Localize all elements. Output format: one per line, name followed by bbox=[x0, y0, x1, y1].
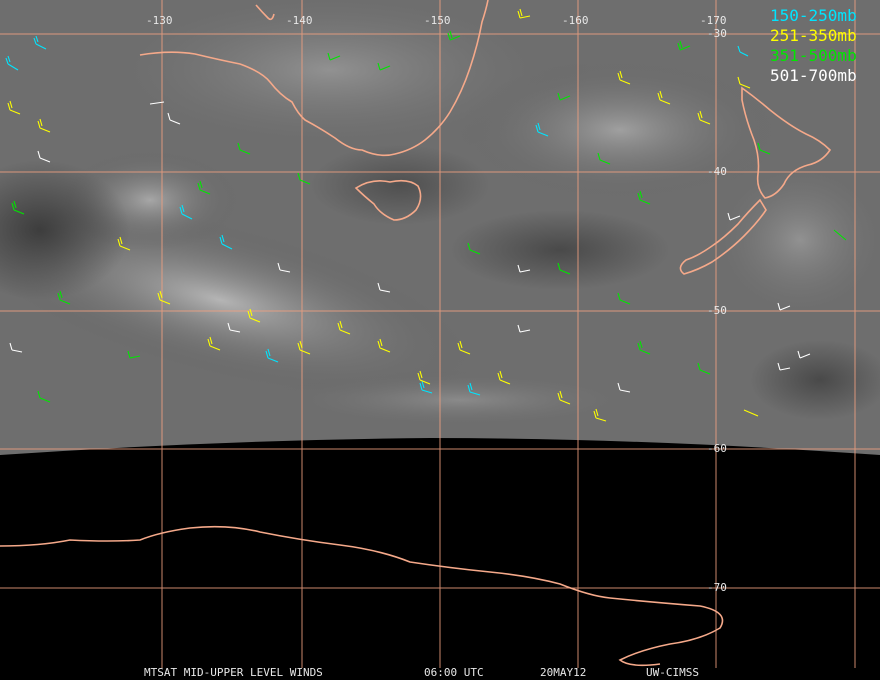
lon-label-160: -160 bbox=[562, 14, 589, 27]
lon-label-150: -150 bbox=[424, 14, 451, 27]
lon-label-170: -170 bbox=[700, 14, 727, 27]
lat-label-40: -40 bbox=[707, 165, 727, 178]
legend-251-350: 251-350mb bbox=[770, 26, 857, 45]
lat-label-30: -30 bbox=[707, 27, 727, 40]
legend-351-500: 351-500mb bbox=[770, 46, 857, 65]
lon-label-140: -140 bbox=[286, 14, 313, 27]
pressure-level-legend: 150-250mb 251-350mb 351-500mb 501-700mb bbox=[770, 6, 857, 85]
footer-product: MTSAT MID-UPPER LEVEL WINDS bbox=[144, 666, 323, 679]
legend-150-250: 150-250mb bbox=[770, 6, 857, 25]
legend-501-700: 501-700mb bbox=[770, 66, 857, 85]
footer-time: 06:00 UTC bbox=[424, 666, 484, 679]
lon-label-130: -130 bbox=[146, 14, 173, 27]
lat-label-50: -50 bbox=[707, 304, 727, 317]
satellite-map: -130 -140 -150 -160 -170 -30 -40 -50 -60… bbox=[0, 0, 880, 680]
map-canvas: -130 -140 -150 -160 -170 -30 -40 -50 -60… bbox=[0, 0, 880, 679]
footer-source: UW-CIMSS bbox=[646, 666, 699, 679]
footer-date: 20MAY12 bbox=[540, 666, 586, 679]
